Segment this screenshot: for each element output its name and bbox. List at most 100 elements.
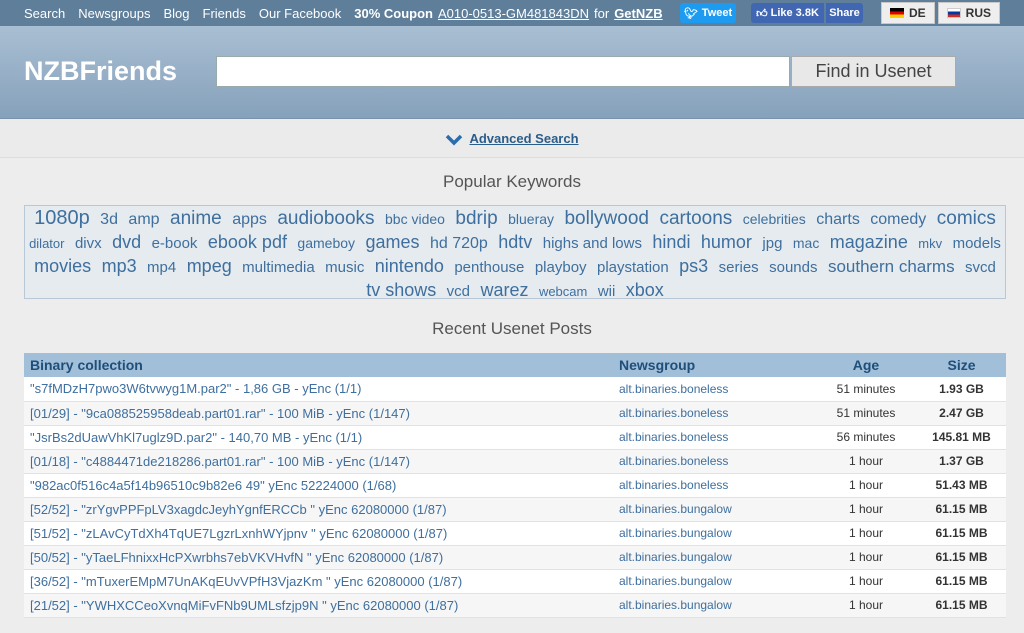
- find-in-usenet-button[interactable]: Find in Usenet: [791, 56, 956, 87]
- keyword-link[interactable]: comics: [937, 208, 996, 229]
- keyword-link[interactable]: series: [719, 259, 759, 276]
- newsgroup-link[interactable]: alt.binaries.bungalow: [613, 521, 815, 545]
- post-title-link[interactable]: [36/52] - "mTuxerEMpM7UnAKqEUvVPfH3VjazK…: [24, 569, 613, 593]
- column-header-newsgroup[interactable]: Newsgroup: [613, 353, 815, 377]
- nav-search-link[interactable]: Search: [24, 6, 65, 21]
- keyword-link[interactable]: celebrities: [743, 211, 806, 227]
- keyword-link[interactable]: magazine: [830, 232, 908, 252]
- keyword-link[interactable]: penthouse: [454, 259, 524, 276]
- language-ru-button[interactable]: RUS: [937, 2, 1001, 24]
- newsgroup-link[interactable]: alt.binaries.bungalow: [613, 569, 815, 593]
- keyword-link[interactable]: webcam: [539, 284, 587, 299]
- keyword-link[interactable]: mkv: [918, 236, 942, 251]
- newsgroup-link[interactable]: alt.binaries.boneless: [613, 473, 815, 497]
- advanced-search-link[interactable]: Advanced Search: [469, 131, 578, 146]
- post-title-link[interactable]: [51/52] - "zLAvCyTdXh4TqUE7LgzrLxnhWYjpn…: [24, 521, 613, 545]
- language-de-button[interactable]: DE: [881, 2, 935, 24]
- keyword-link[interactable]: svcd: [965, 259, 996, 276]
- nav-newsgroups-link[interactable]: Newsgroups: [78, 6, 150, 21]
- keyword-link[interactable]: wii: [598, 283, 616, 300]
- newsgroup-link[interactable]: alt.binaries.boneless: [613, 377, 815, 401]
- keyword-link[interactable]: tv shows: [366, 280, 436, 300]
- post-title-link[interactable]: "s7fMDzH7pwo3W6tvwyg1M.par2" - 1,86 GB -…: [24, 377, 613, 401]
- keyword-link[interactable]: dilator: [29, 236, 64, 251]
- keyword-link[interactable]: amp: [128, 211, 159, 228]
- table-row[interactable]: [01/29] - "9ca088525958deab.part01.rar" …: [24, 401, 1006, 425]
- keyword-link[interactable]: games: [365, 232, 419, 252]
- table-row[interactable]: [36/52] - "mTuxerEMpM7UnAKqEUvVPfH3VjazK…: [24, 569, 1006, 593]
- getnzb-link[interactable]: GetNZB: [614, 6, 662, 21]
- post-title-link[interactable]: "JsrBs2dUawVhKl7uglz9D.par2" - 140,70 MB…: [24, 425, 613, 449]
- table-row[interactable]: [50/52] - "yTaeLFhnixxHcPXwrbhs7ebVKVHvf…: [24, 545, 1006, 569]
- keyword-link[interactable]: audiobooks: [277, 208, 374, 229]
- keyword-link[interactable]: ebook pdf: [208, 232, 287, 252]
- keyword-link[interactable]: vcd: [447, 283, 470, 300]
- keyword-link[interactable]: mpeg: [187, 256, 232, 276]
- keyword-link[interactable]: hdtv: [498, 232, 532, 252]
- keyword-link[interactable]: mac: [793, 235, 819, 251]
- keyword-link[interactable]: music: [325, 259, 364, 276]
- facebook-share-button[interactable]: Share: [826, 3, 863, 23]
- keyword-link[interactable]: bdrip: [455, 208, 497, 229]
- keyword-link[interactable]: jpg: [762, 235, 782, 252]
- newsgroup-link[interactable]: alt.binaries.bungalow: [613, 545, 815, 569]
- keyword-link[interactable]: xbox: [626, 280, 664, 300]
- newsgroup-link[interactable]: alt.binaries.boneless: [613, 449, 815, 473]
- keyword-link[interactable]: hd 720p: [430, 235, 488, 252]
- table-row[interactable]: [51/52] - "zLAvCyTdXh4TqUE7LgzrLxnhWYjpn…: [24, 521, 1006, 545]
- keyword-link[interactable]: bbc video: [385, 211, 445, 227]
- table-row[interactable]: [01/18] - "c4884471de218286.part01.rar" …: [24, 449, 1006, 473]
- keyword-link[interactable]: 1080p: [34, 207, 90, 229]
- keyword-link[interactable]: comedy: [870, 211, 926, 228]
- keyword-link[interactable]: multimedia: [242, 259, 315, 276]
- keyword-link[interactable]: anime: [170, 208, 222, 229]
- keyword-link[interactable]: blueray: [508, 211, 554, 227]
- keyword-link[interactable]: divx: [75, 235, 102, 252]
- keyword-link[interactable]: dvd: [112, 232, 141, 252]
- keyword-link[interactable]: southern charms: [828, 257, 955, 276]
- keyword-link[interactable]: charts: [816, 211, 860, 228]
- post-title-link[interactable]: [50/52] - "yTaeLFhnixxHcPXwrbhs7ebVKVHvf…: [24, 545, 613, 569]
- keyword-link[interactable]: highs and lows: [543, 235, 642, 252]
- tweet-button[interactable]: 🐦︎ Tweet: [680, 3, 736, 23]
- newsgroup-link[interactable]: alt.binaries.boneless: [613, 401, 815, 425]
- newsgroup-link[interactable]: alt.binaries.bungalow: [613, 497, 815, 521]
- keyword-link[interactable]: humor: [701, 232, 752, 252]
- search-input[interactable]: [216, 56, 790, 87]
- newsgroup-link[interactable]: alt.binaries.boneless: [613, 425, 815, 449]
- column-header-binary-collection[interactable]: Binary collection: [24, 353, 613, 377]
- keyword-link[interactable]: sounds: [769, 259, 817, 276]
- site-logo[interactable]: NZBFriends: [24, 56, 177, 87]
- post-title-link[interactable]: "982ac0f516c4a5f14b96510c9b82e6 49" yEnc…: [24, 473, 613, 497]
- chevron-down-icon[interactable]: [445, 133, 463, 147]
- keyword-link[interactable]: e-book: [152, 235, 198, 252]
- nav-facebook-link[interactable]: Our Facebook: [259, 6, 341, 21]
- keyword-link[interactable]: warez: [480, 280, 528, 300]
- column-header-size[interactable]: Size: [917, 353, 1006, 377]
- keyword-link[interactable]: cartoons: [659, 208, 732, 229]
- column-header-age[interactable]: Age: [815, 353, 917, 377]
- keyword-link[interactable]: playstation: [597, 259, 669, 276]
- newsgroup-link[interactable]: alt.binaries.bungalow: [613, 593, 815, 617]
- keyword-link[interactable]: 3d: [100, 211, 118, 228]
- table-row[interactable]: "982ac0f516c4a5f14b96510c9b82e6 49" yEnc…: [24, 473, 1006, 497]
- table-row[interactable]: [52/52] - "zrYgvPPFpLV3xagdcJeyhYgnfERCC…: [24, 497, 1006, 521]
- nav-blog-link[interactable]: Blog: [163, 6, 189, 21]
- keyword-link[interactable]: gameboy: [297, 235, 355, 251]
- keyword-link[interactable]: mp4: [147, 259, 176, 276]
- nav-friends-link[interactable]: Friends: [203, 6, 246, 21]
- keyword-link[interactable]: apps: [232, 211, 267, 228]
- keyword-link[interactable]: mp3: [102, 256, 137, 276]
- keyword-link[interactable]: models: [953, 235, 1001, 252]
- table-row[interactable]: "s7fMDzH7pwo3W6tvwyg1M.par2" - 1,86 GB -…: [24, 377, 1006, 401]
- post-title-link[interactable]: [21/52] - "YWHXCCeoXvnqMiFvFNb9UMLsfzjp9…: [24, 593, 613, 617]
- post-title-link[interactable]: [52/52] - "zrYgvPPFpLV3xagdcJeyhYgnfERCC…: [24, 497, 613, 521]
- keyword-link[interactable]: movies: [34, 256, 91, 276]
- keyword-link[interactable]: nintendo: [375, 256, 444, 276]
- post-title-link[interactable]: [01/29] - "9ca088525958deab.part01.rar" …: [24, 401, 613, 425]
- keyword-link[interactable]: ps3: [679, 256, 708, 276]
- coupon-code-link[interactable]: A010-0513-GM481843DN: [438, 6, 589, 21]
- keyword-link[interactable]: hindi: [652, 232, 690, 252]
- post-title-link[interactable]: [01/18] - "c4884471de218286.part01.rar" …: [24, 449, 613, 473]
- table-row[interactable]: [21/52] - "YWHXCCeoXvnqMiFvFNb9UMLsfzjp9…: [24, 593, 1006, 617]
